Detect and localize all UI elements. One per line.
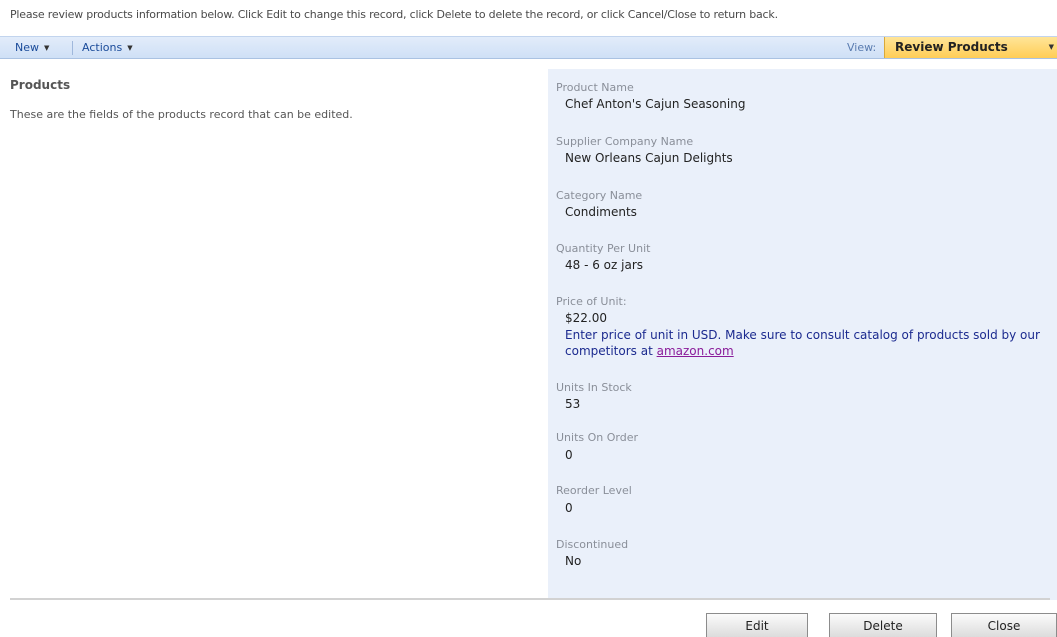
actions-menu-button[interactable]: Actions ▼ bbox=[82, 37, 133, 58]
actions-menu-label: Actions bbox=[82, 41, 123, 54]
field-value-units-in-stock: 53 bbox=[565, 397, 581, 411]
instructions-text: Please review products information below… bbox=[10, 8, 778, 21]
amazon-link[interactable]: amazon.com bbox=[657, 344, 734, 358]
field-label-units-on-order: Units On Order bbox=[556, 431, 639, 444]
field-value-quantity: 48 - 6 oz jars bbox=[565, 258, 644, 272]
toolbar: New ▼ Actions ▼ View: Review Products ▼ bbox=[0, 36, 1057, 59]
view-selector-value: Review Products bbox=[895, 40, 1008, 54]
edit-button[interactable]: Edit bbox=[706, 613, 808, 637]
field-label-reorder-level: Reorder Level bbox=[556, 484, 632, 497]
close-button[interactable]: Close bbox=[951, 613, 1057, 637]
field-label-category: Category Name bbox=[556, 189, 643, 202]
field-label-units-in-stock: Units In Stock bbox=[556, 381, 632, 394]
delete-button[interactable]: Delete bbox=[829, 613, 937, 637]
price-hint-text: Enter price of unit in USD. Make sure to… bbox=[565, 328, 1040, 358]
field-label-product-name: Product Name bbox=[556, 81, 634, 94]
new-menu-button[interactable]: New ▼ bbox=[15, 37, 49, 58]
chevron-down-icon: ▼ bbox=[1048, 43, 1054, 51]
section-description: These are the fields of the products rec… bbox=[10, 108, 353, 121]
section-title: Products bbox=[10, 78, 71, 92]
field-label-price: Price of Unit: bbox=[556, 295, 627, 308]
field-value-category: Condiments bbox=[565, 205, 637, 219]
field-value-units-on-order: 0 bbox=[565, 448, 573, 462]
field-value-supplier: New Orleans Cajun Delights bbox=[565, 151, 733, 165]
price-hint: Enter price of unit in USD. Make sure to… bbox=[565, 327, 1050, 359]
chevron-down-icon: ▼ bbox=[44, 44, 50, 52]
field-label-quantity: Quantity Per Unit bbox=[556, 242, 651, 255]
field-value-discontinued: No bbox=[565, 554, 582, 568]
toolbar-divider bbox=[72, 41, 73, 55]
chevron-down-icon: ▼ bbox=[127, 44, 133, 52]
field-value-product-name: Chef Anton's Cajun Seasoning bbox=[565, 97, 746, 111]
field-value-price: $22.00 bbox=[565, 311, 607, 325]
field-value-reorder-level: 0 bbox=[565, 501, 573, 515]
view-label: View: bbox=[847, 41, 877, 54]
new-menu-label: New bbox=[15, 41, 39, 54]
view-selector[interactable]: Review Products ▼ bbox=[884, 37, 1057, 58]
field-label-supplier: Supplier Company Name bbox=[556, 135, 694, 148]
field-label-discontinued: Discontinued bbox=[556, 538, 629, 551]
footer-divider bbox=[10, 598, 1050, 600]
